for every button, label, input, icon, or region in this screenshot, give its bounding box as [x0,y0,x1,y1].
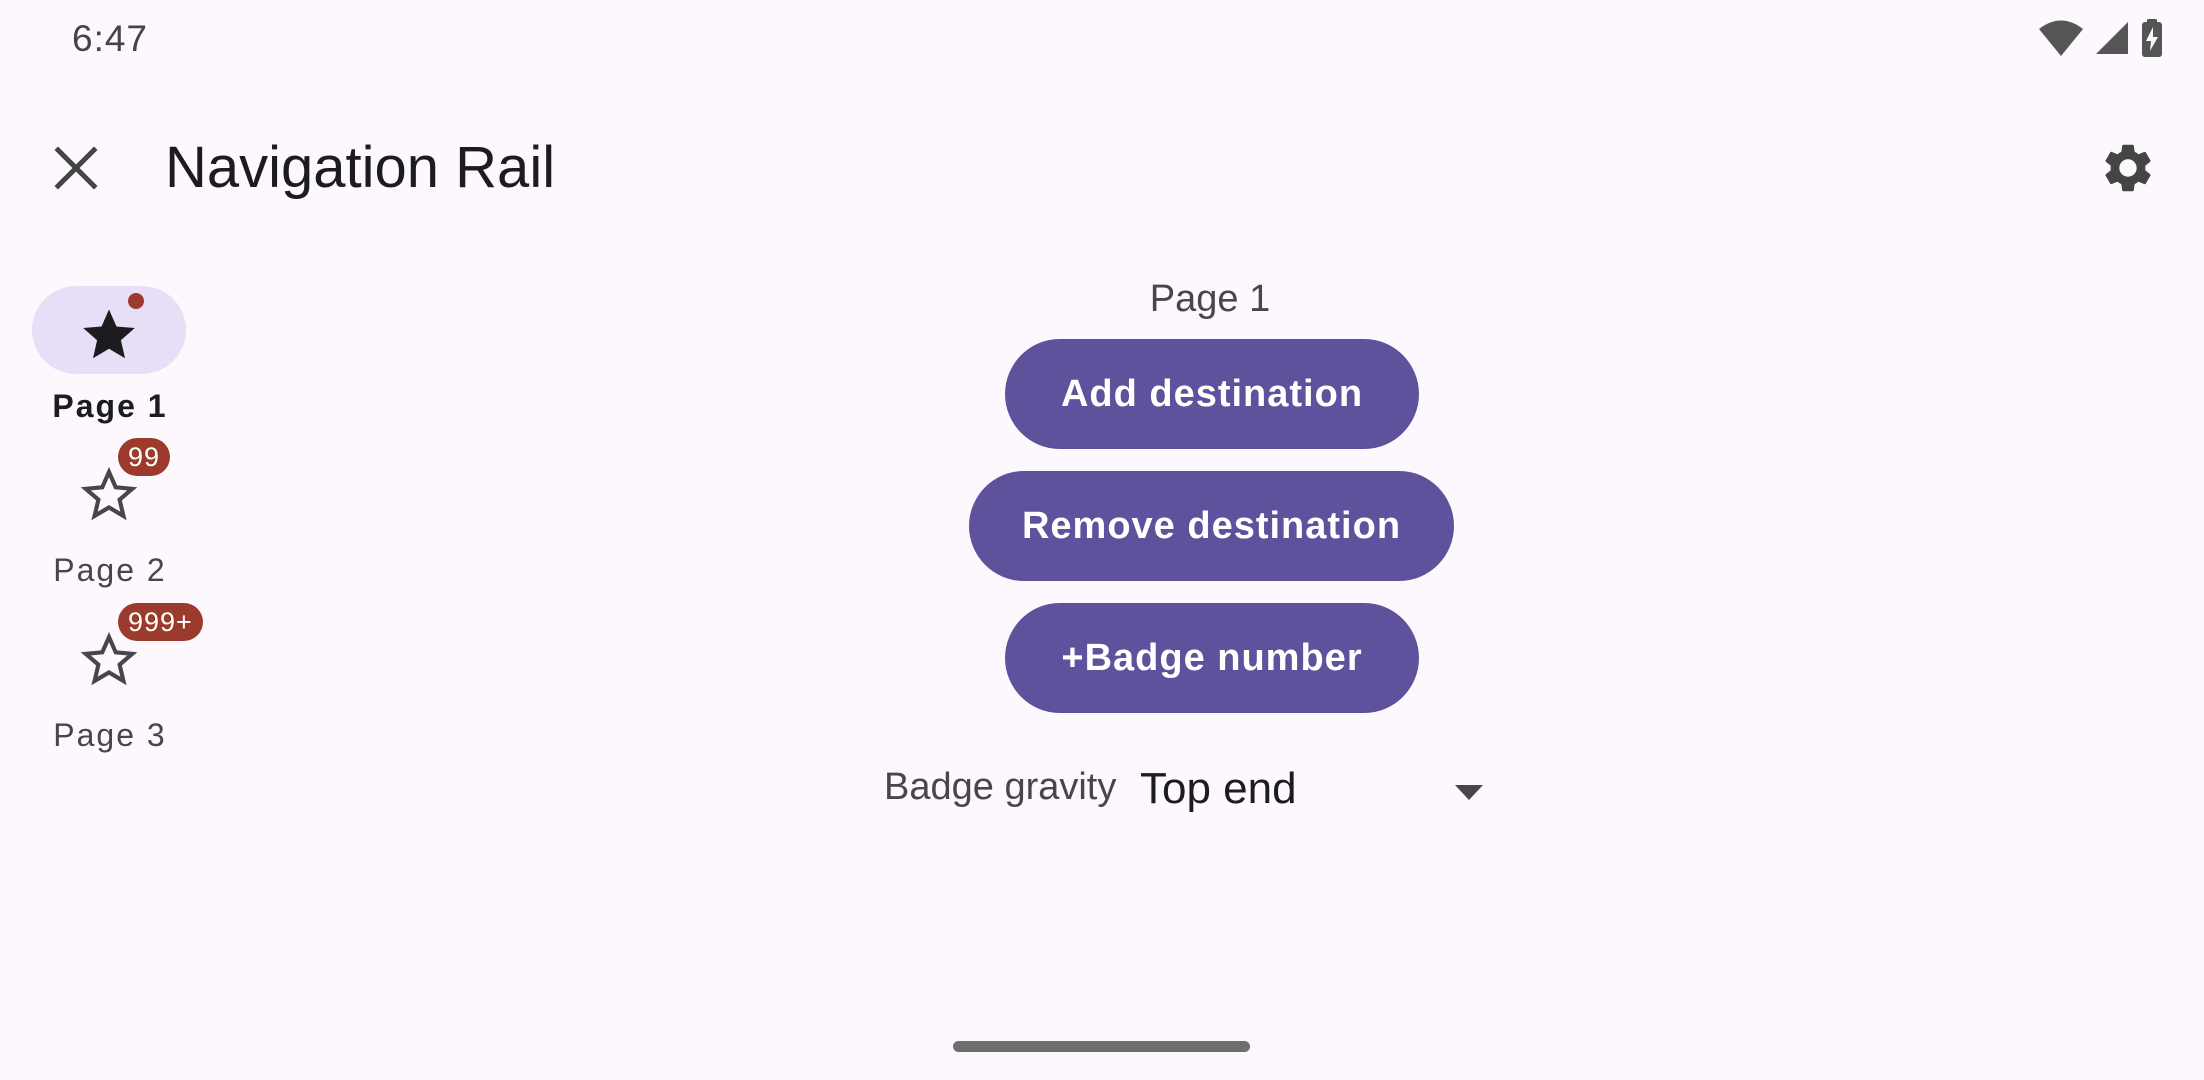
rail-item-page-1[interactable]: Page 1 [0,280,220,430]
battery-charging-icon [2142,19,2162,57]
dropdown-arrow-icon [1455,785,1483,800]
add-destination-button[interactable]: Add destination [1005,339,1419,449]
settings-button[interactable] [2092,132,2164,204]
home-indicator[interactable] [953,1041,1250,1052]
badge-count: 999+ [118,603,203,641]
settings-icon [2105,144,2151,192]
rail-item-page-2[interactable]: 99 Page 2 [0,438,220,590]
badge-count: 99 [118,438,171,476]
badge-number-button[interactable]: +Badge number [1005,603,1419,713]
close-icon [54,146,98,190]
status-icons [2038,16,2164,60]
remove-destination-button[interactable]: Remove destination [969,471,1454,581]
badge-gravity-dropdown[interactable]: Top end [1140,758,1494,828]
badge-dot [128,293,144,309]
top-app-bar: Navigation Rail [0,110,2204,222]
rail-item-label: Page 3 [53,717,167,753]
badge-gravity-label: Badge gravity [884,766,1117,808]
close-button[interactable] [40,132,112,204]
rail-item-page-3[interactable]: 999+ Page 3 [0,603,220,755]
rail-item-label: Page 2 [53,552,167,588]
screen: 6:47 Navigation Rail Page 1 99 Page 2 99… [0,0,2204,1080]
status-time: 6:47 [72,18,149,59]
rail-item-label: Page 1 [52,388,168,424]
wifi-icon [2039,20,2083,56]
badge-gravity-value: Top end [1140,764,1297,813]
app-title: Navigation Rail [165,135,556,200]
cellular-signal-icon [2096,22,2128,54]
page-title: Page 1 [1149,278,1271,320]
badge-gravity-row: Badge gravity Top end [884,758,1494,828]
star-filled-icon [83,309,135,359]
